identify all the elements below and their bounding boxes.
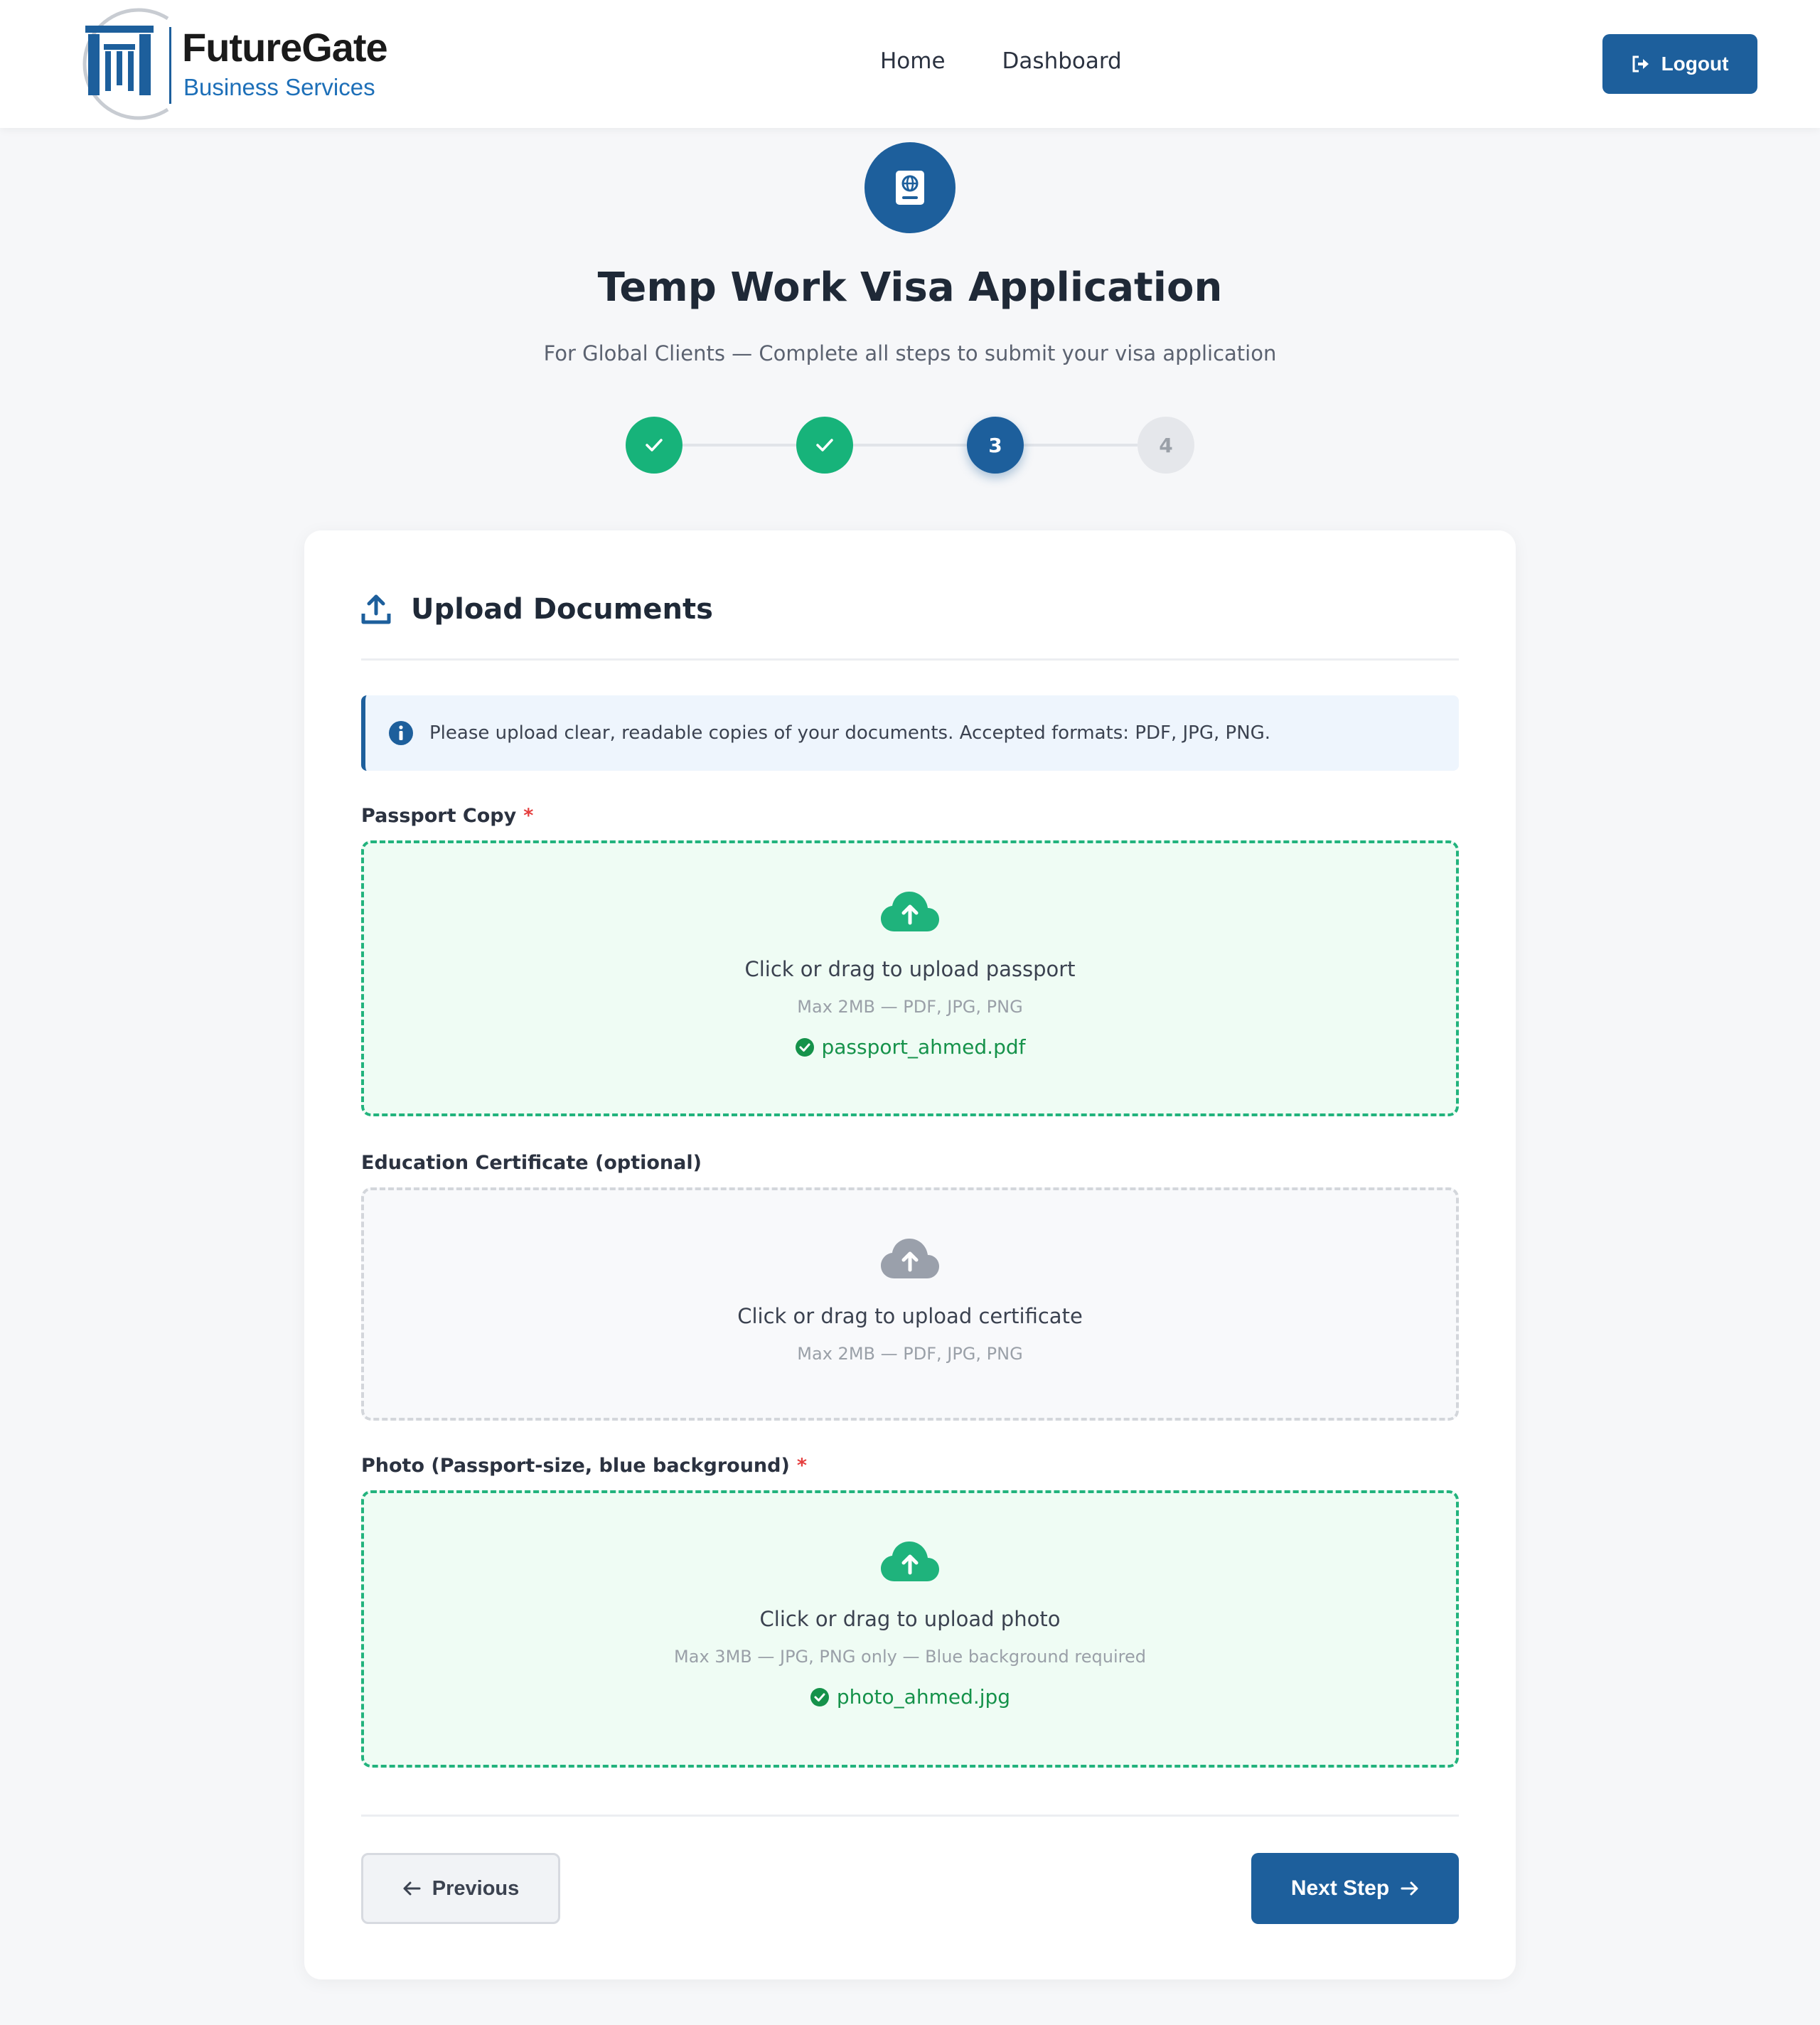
section-divider xyxy=(361,658,1459,661)
passport-label: Passport Copy * xyxy=(361,805,533,827)
photo-dropzone[interactable]: Click or drag to upload photo Max 3MB — … xyxy=(361,1490,1459,1768)
logout-icon xyxy=(1632,55,1649,73)
top-header: FutureGate Business Services Home Dashbo… xyxy=(0,0,1820,128)
actions-divider xyxy=(361,1815,1459,1817)
passport-file-name: passport_ahmed.pdf xyxy=(821,1035,1026,1059)
passport-icon xyxy=(896,171,924,205)
nav-dashboard[interactable]: Dashboard xyxy=(1002,48,1122,74)
photo-file-name: photo_ahmed.jpg xyxy=(836,1685,1011,1709)
photo-prompt: Click or drag to upload photo xyxy=(759,1607,1061,1631)
check-circle-icon xyxy=(810,1687,829,1706)
passport-badge xyxy=(864,142,956,233)
nav-home[interactable]: Home xyxy=(880,48,946,74)
info-icon xyxy=(389,721,413,745)
brand-tagline: Business Services xyxy=(183,74,375,100)
required-marker: * xyxy=(523,805,534,827)
check-icon xyxy=(646,439,663,452)
step-3[interactable]: 3 xyxy=(967,417,1024,474)
passport-label-text: Passport Copy xyxy=(361,805,517,827)
cloud-upload-icon xyxy=(881,1542,939,1581)
step-connector xyxy=(1024,444,1138,447)
main-nav: Home Dashboard xyxy=(880,48,1122,74)
brand-name: FutureGate xyxy=(182,25,388,70)
page-title: Temp Work Visa Application xyxy=(597,265,1223,311)
upload-documents-card: Upload Documents Please upload clear, re… xyxy=(304,530,1516,1979)
section-header: Upload Documents xyxy=(361,593,713,626)
passport-dropzone[interactable]: Click or drag to upload passport Max 2MB… xyxy=(361,840,1459,1116)
info-text: Please upload clear, readable copies of … xyxy=(429,722,1271,744)
check-circle-icon xyxy=(795,1037,814,1057)
required-marker: * xyxy=(796,1455,807,1477)
photo-label: Photo (Passport-size, blue background) * xyxy=(361,1455,807,1477)
cloud-upload-icon xyxy=(881,892,939,931)
cloud-upload-icon xyxy=(881,1239,939,1278)
photo-label-text: Photo (Passport-size, blue background) xyxy=(361,1455,790,1477)
arrow-right-icon xyxy=(1401,1881,1418,1896)
passport-prompt: Click or drag to upload passport xyxy=(744,957,1076,981)
photo-uploaded-file: photo_ahmed.jpg xyxy=(810,1685,1010,1709)
logout-label: Logout xyxy=(1661,53,1729,75)
photo-hint: Max 3MB — JPG, PNG only — Blue backgroun… xyxy=(674,1647,1146,1667)
check-icon xyxy=(816,439,833,452)
next-step-button[interactable]: Next Step xyxy=(1251,1853,1459,1924)
step-1[interactable] xyxy=(626,417,682,474)
education-label-text: Education Certificate (optional) xyxy=(361,1152,702,1174)
upload-icon xyxy=(361,594,391,624)
certificate-dropzone[interactable]: Click or drag to upload certificate Max … xyxy=(361,1187,1459,1421)
education-label: Education Certificate (optional) xyxy=(361,1152,702,1174)
previous-button[interactable]: Previous xyxy=(361,1853,560,1924)
passport-uploaded-file: passport_ahmed.pdf xyxy=(795,1035,1026,1059)
section-title: Upload Documents xyxy=(411,593,713,626)
page-subtitle: For Global Clients — Complete all steps … xyxy=(543,341,1277,365)
logout-button[interactable]: Logout xyxy=(1602,34,1757,94)
logo-emblem-icon xyxy=(82,8,171,120)
info-notice: Please upload clear, readable copies of … xyxy=(361,695,1459,771)
progress-stepper: 3 4 xyxy=(626,417,1194,474)
next-step-label: Next Step xyxy=(1290,1876,1390,1900)
step-2[interactable] xyxy=(796,417,853,474)
certificate-hint: Max 2MB — PDF, JPG, PNG xyxy=(797,1344,1023,1364)
arrow-left-icon xyxy=(403,1881,421,1896)
brand-logo[interactable]: FutureGate Business Services xyxy=(61,6,402,122)
previous-label: Previous xyxy=(432,1876,520,1900)
step-connector xyxy=(853,444,967,447)
passport-hint: Max 2MB — PDF, JPG, PNG xyxy=(797,997,1023,1017)
step-4[interactable]: 4 xyxy=(1138,417,1194,474)
step-connector xyxy=(682,444,796,447)
certificate-prompt: Click or drag to upload certificate xyxy=(737,1304,1083,1328)
